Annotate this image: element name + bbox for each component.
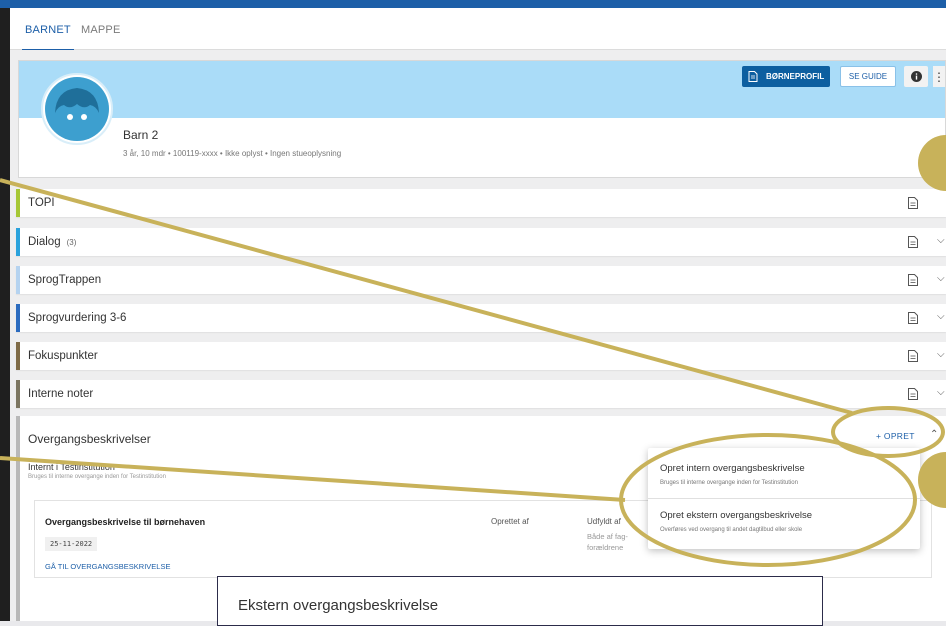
document-icon <box>908 388 918 400</box>
child-meta: 3 år, 10 mdr • 100119-xxxx • Ikke oplyst… <box>123 149 342 158</box>
row-label: SprogTrappen <box>28 274 102 286</box>
card-date-badge: 25-11-2022 <box>45 537 98 551</box>
row-label: Sprogvurdering 3-6 <box>28 312 127 324</box>
section-row-sprogtrappen[interactable]: SprogTrappen ⌵ <box>16 266 946 294</box>
row-label: Dialog <box>28 236 61 248</box>
more-menu-button[interactable]: ⋮ <box>933 66 945 87</box>
document-icon <box>908 197 918 209</box>
card-title: Overgangsbeskrivelse til børnehaven <box>45 517 206 527</box>
menu-item-create-external[interactable]: Opret ekstern overgangsbeskrivelse Overf… <box>660 510 812 533</box>
chevron-down-icon[interactable]: ⌵ <box>937 235 945 246</box>
chevron-down-icon[interactable]: ⌵ <box>937 311 945 322</box>
menu-item-subtitle: Overføres ved overgang til andet dagtilb… <box>660 527 803 533</box>
chevron-down-icon[interactable]: ⌵ <box>937 349 945 360</box>
section-row-interne-noter[interactable]: Interne noter ⌵ <box>16 380 946 408</box>
left-edge <box>0 8 10 621</box>
top-bar <box>0 0 946 8</box>
menu-item-title: Opret intern overgangsbeskrivelse <box>660 463 805 474</box>
row-label: Interne noter <box>28 388 94 400</box>
row-label: TOPI <box>28 197 55 209</box>
section-row-topi[interactable]: TOPI <box>16 189 946 217</box>
row-label: Fokuspunkter <box>28 350 98 362</box>
section-row-fokuspunkter[interactable]: Fokuspunkter ⌵ <box>16 342 946 370</box>
menu-divider <box>648 498 920 499</box>
section-row-dialog[interactable]: Dialog (3) ⌵ <box>16 228 946 256</box>
document-icon <box>908 236 918 248</box>
internal-label: Internt i Testinstitution <box>28 462 115 472</box>
tab-barnet[interactable]: BARNET <box>22 24 74 51</box>
filled-by-value: Både af fag- forældrene <box>587 532 628 552</box>
menu-item-title: Opret ekstern overgangsbeskrivelse <box>660 510 813 521</box>
chevron-down-icon[interactable]: ⌵ <box>937 387 945 398</box>
section-title: Overgangsbeskrivelser <box>28 432 151 446</box>
row-count: (3) <box>66 237 77 247</box>
go-to-transition-link[interactable]: GÅ TIL OVERGANGSBESKRIVELSE <box>45 562 170 571</box>
create-dropdown-menu: Opret intern overgangsbeskrivelse Bruges… <box>648 448 920 549</box>
child-avatar-icon <box>45 77 109 141</box>
document-icon <box>748 71 758 82</box>
child-profile-label: BØRNEPROFIL <box>766 72 825 81</box>
menu-item-create-internal[interactable]: Opret intern overgangsbeskrivelse Bruges… <box>660 463 805 486</box>
created-by-label: Oprettet af <box>491 517 529 526</box>
chevron-down-icon[interactable]: ⌵ <box>937 273 945 284</box>
chevron-up-icon[interactable]: ⌃ <box>930 429 938 440</box>
avatar <box>41 73 113 145</box>
see-guide-button[interactable]: SE GUIDE <box>840 66 896 87</box>
filled-by-label: Udfyldt af <box>587 517 621 526</box>
document-icon <box>908 274 918 286</box>
profile-banner: BØRNEPROFIL SE GUIDE ⋮ <box>19 61 945 118</box>
document-icon <box>908 312 918 324</box>
child-profile-button[interactable]: BØRNEPROFIL <box>742 66 830 87</box>
tab-mappe[interactable]: MAPPE <box>81 24 121 36</box>
dialog-title: Ekstern overgangsbeskrivelse <box>238 597 439 614</box>
external-transition-dialog: Ekstern overgangsbeskrivelse <box>217 576 823 626</box>
menu-item-subtitle: Bruges til interne overgange inden for T… <box>660 480 798 486</box>
document-icon <box>908 350 918 362</box>
info-icon <box>910 71 922 82</box>
tab-bar: BARNET MAPPE <box>10 8 946 51</box>
child-profile-card: BØRNEPROFIL SE GUIDE ⋮ Barn 2 3 år, 10 m… <box>18 60 946 178</box>
info-button[interactable] <box>904 66 928 87</box>
create-button[interactable]: + OPRET <box>876 431 915 441</box>
child-name: Barn 2 <box>123 128 159 142</box>
internal-sublabel: Bruges til interne overgange inden for T… <box>28 474 166 480</box>
section-row-sprogvurdering[interactable]: Sprogvurdering 3-6 ⌵ <box>16 304 946 332</box>
